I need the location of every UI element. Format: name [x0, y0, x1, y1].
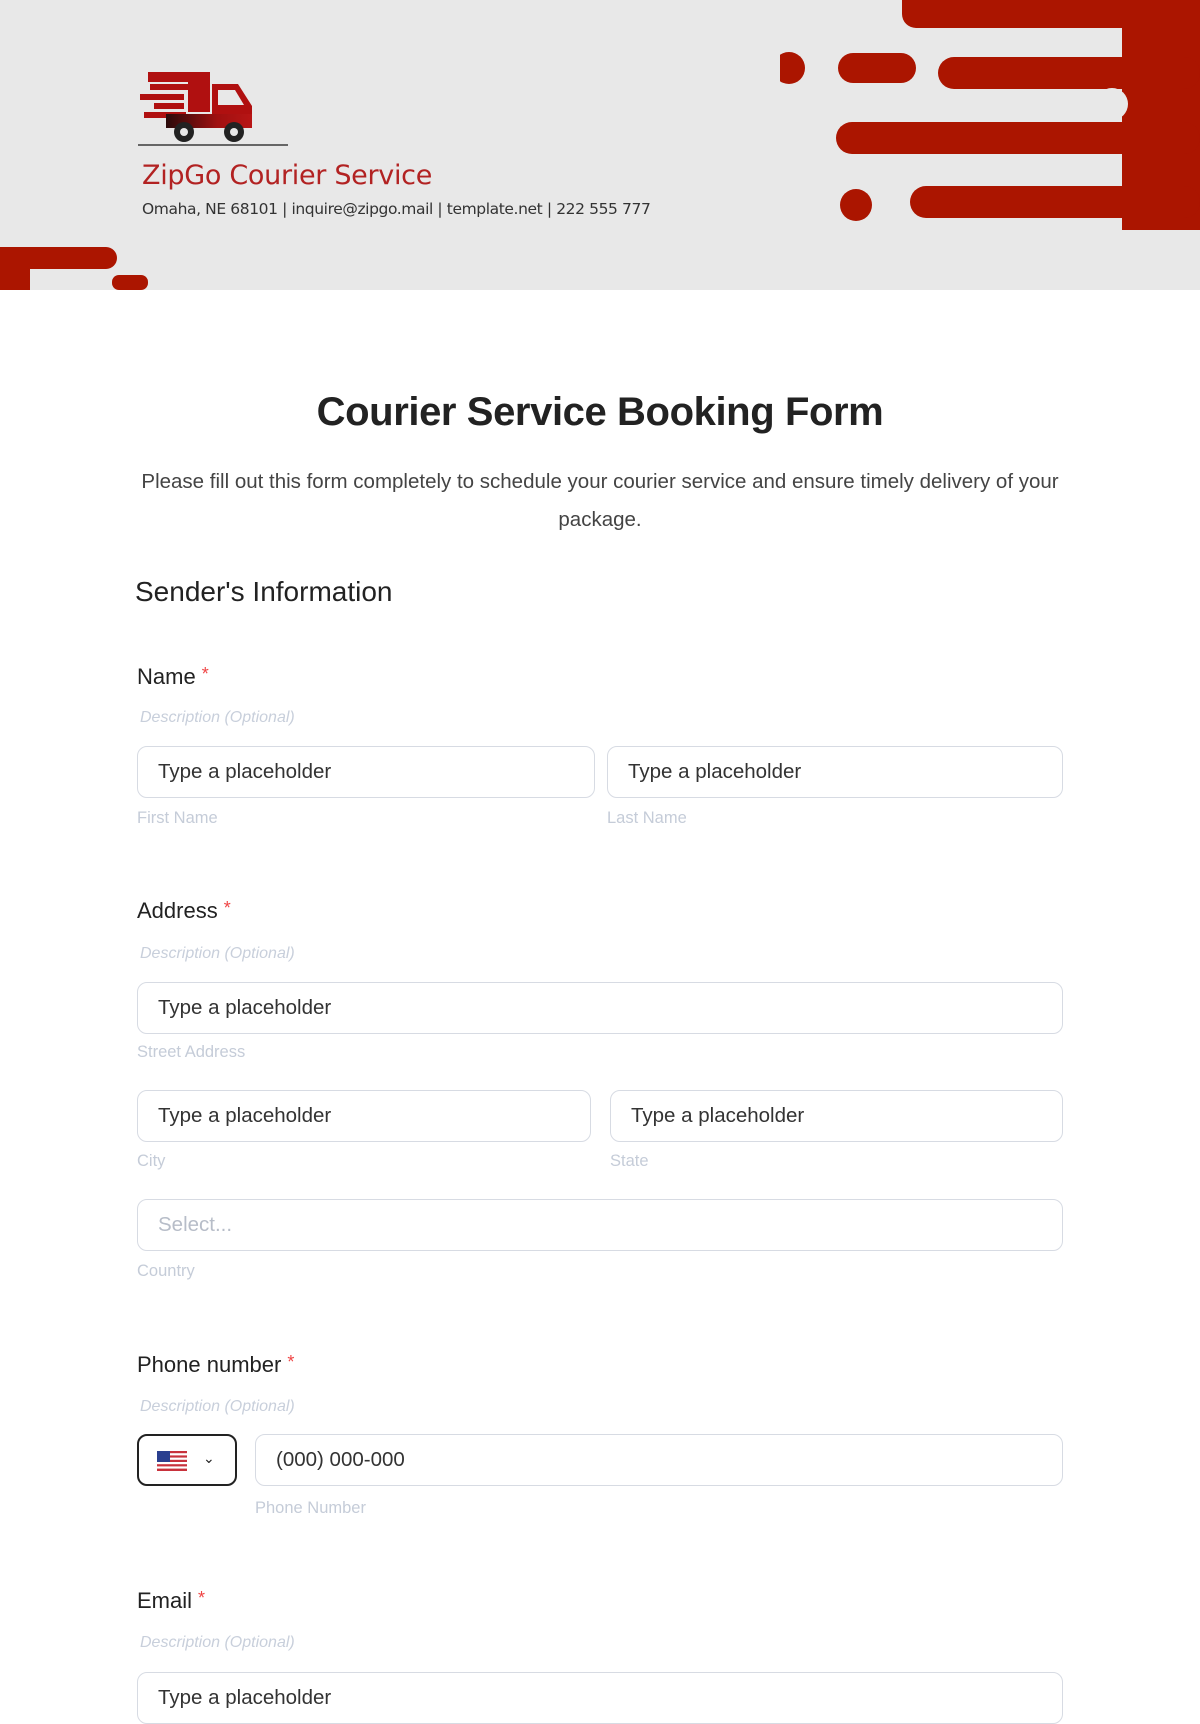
speed-lines-decoration-icon [780, 0, 1200, 230]
phone-label: Phone number * [137, 1352, 294, 1378]
required-marker: * [287, 1352, 295, 1372]
address-label: Address * [137, 898, 231, 924]
required-marker: * [201, 664, 209, 684]
country-sublabel: Country [137, 1262, 195, 1280]
section-title-sender: Sender's Information [135, 576, 393, 607]
form-title: Courier Service Booking Form [316, 390, 884, 434]
company-contact-line: Omaha, NE 68101 | inquire@zipgo.mail | t… [142, 200, 651, 218]
email-description: Description (Optional) [140, 1634, 295, 1651]
company-name: ZipGo Courier Service [142, 160, 433, 191]
delivery-truck-logo-icon [138, 72, 288, 146]
city-sublabel: City [137, 1152, 166, 1170]
required-marker: * [223, 898, 231, 918]
street-address-input[interactable]: Type a placeholder [137, 982, 1063, 1034]
speed-lines-decoration-left-icon [0, 247, 148, 290]
form-subtitle: Please fill out this form completely to … [141, 470, 1059, 531]
us-flag-icon [157, 1451, 187, 1471]
name-label-text: Name [137, 664, 196, 689]
city-input[interactable]: Type a placeholder [137, 1090, 591, 1142]
country-select[interactable]: Select... [137, 1199, 1063, 1251]
last-name-sublabel: Last Name [607, 809, 687, 827]
phone-label-text: Phone number [137, 1352, 282, 1377]
state-sublabel: State [610, 1152, 649, 1170]
first-name-sublabel: First Name [137, 809, 218, 827]
required-marker: * [198, 1588, 206, 1608]
last-name-input[interactable]: Type a placeholder [607, 746, 1063, 798]
email-label-text: Email [137, 1588, 193, 1613]
phone-number-input[interactable]: (000) 000-000 [255, 1434, 1063, 1486]
email-input[interactable]: Type a placeholder [137, 1672, 1063, 1724]
name-label: Name * [137, 664, 209, 690]
address-description: Description (Optional) [140, 945, 295, 962]
street-address-sublabel: Street Address [137, 1043, 246, 1061]
phone-description: Description (Optional) [140, 1398, 295, 1415]
state-input[interactable]: Type a placeholder [610, 1090, 1063, 1142]
name-description: Description (Optional) [140, 709, 295, 726]
country-code-dropdown[interactable]: ⌄ [137, 1434, 237, 1486]
phone-number-sublabel: Phone Number [255, 1499, 366, 1517]
letterhead: ZipGo Courier Service Omaha, NE 68101 | … [0, 0, 1200, 290]
email-label: Email * [137, 1588, 205, 1614]
address-label-text: Address [137, 898, 218, 923]
chevron-down-icon: ⌄ [203, 1450, 215, 1466]
first-name-input[interactable]: Type a placeholder [137, 746, 595, 798]
